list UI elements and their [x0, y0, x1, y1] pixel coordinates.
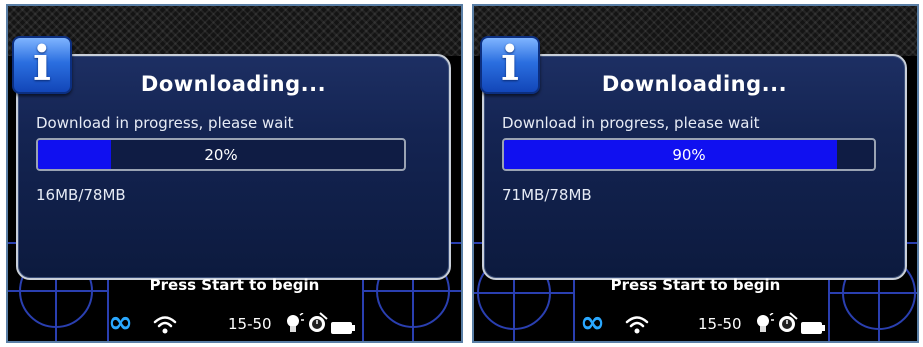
- info-icon: i: [12, 36, 72, 94]
- download-progress-bar: 20%: [36, 138, 406, 171]
- progress-percent: 90%: [672, 146, 706, 164]
- download-dialog: Downloading... Download in progress, ple…: [482, 54, 907, 280]
- clock-time: 15-50: [698, 315, 742, 333]
- top-pattern-bar: [8, 6, 461, 56]
- top-pattern-bar: [474, 6, 917, 56]
- infinity-icon: ∞: [580, 305, 605, 340]
- alarm-icon: [779, 312, 798, 332]
- battery-icon: [331, 322, 355, 334]
- download-message: Download in progress, please wait: [502, 114, 760, 132]
- wifi-icon: [153, 316, 177, 334]
- press-start-prompt: Press Start to begin: [610, 276, 781, 294]
- press-start-prompt: Press Start to begin: [149, 276, 320, 294]
- bulb-icon: [757, 313, 774, 332]
- wifi-icon: [625, 316, 649, 334]
- download-progress-bar: 90%: [502, 138, 876, 171]
- progress-percent: 20%: [204, 146, 238, 164]
- status-bar: ∞ 15-50: [8, 305, 461, 341]
- download-dialog: Downloading... Download in progress, ple…: [16, 54, 451, 280]
- download-size: 16MB/78MB: [36, 186, 126, 204]
- infinity-icon: ∞: [108, 305, 133, 340]
- download-size: 71MB/78MB: [502, 186, 592, 204]
- device-screen-left: Downloading... Download in progress, ple…: [6, 4, 463, 343]
- clock-time: 15-50: [228, 315, 272, 333]
- download-message: Download in progress, please wait: [36, 114, 294, 132]
- dialog-title: Downloading...: [601, 72, 788, 96]
- dialog-title: Downloading...: [140, 72, 327, 96]
- alarm-icon: [309, 312, 328, 332]
- bulb-icon: [287, 313, 304, 332]
- status-bar: ∞ 15-50: [474, 305, 917, 341]
- battery-icon: [801, 322, 825, 334]
- device-screen-right: Downloading... Download in progress, ple…: [472, 4, 919, 343]
- info-icon: i: [480, 36, 540, 94]
